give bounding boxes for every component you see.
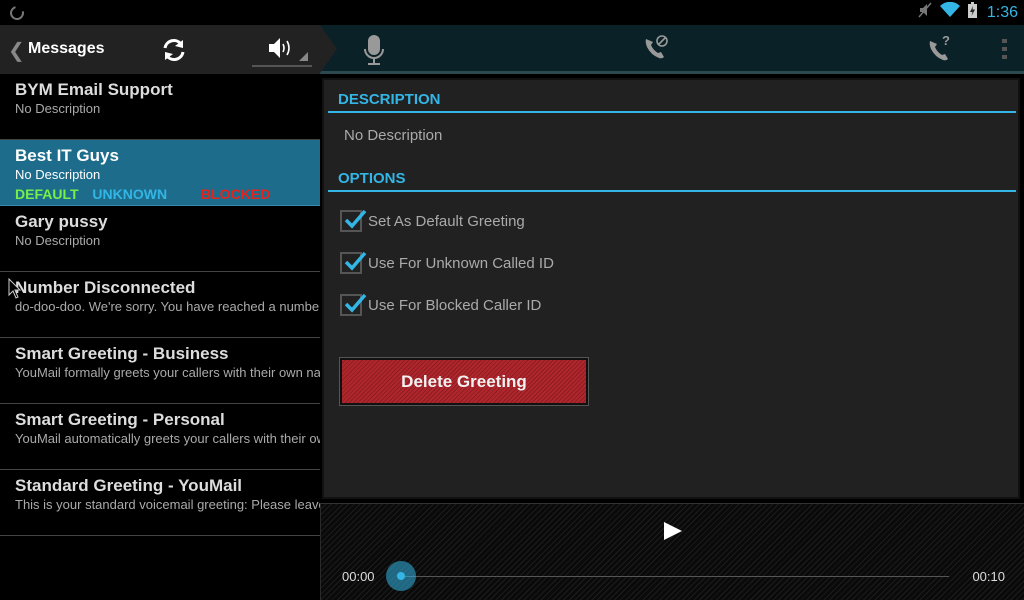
greeting-description: This is your standard voicemail greeting… [15,497,320,512]
audio-player: 00:00 00:10 [320,503,1024,600]
greeting-list: BYM Email Support No Description Best IT… [0,74,320,600]
unknown-tag: UNKNOWN [92,186,168,202]
greeting-name: Best IT Guys [15,146,119,165]
option-label: Set As Default Greeting [368,212,525,230]
breadcrumb-arrow [320,25,337,73]
seek-thumb[interactable] [386,561,416,591]
list-item[interactable]: Smart Greeting - Personal YouMail automa… [0,404,320,470]
blocked-tag: BLOCKED [200,186,271,202]
microphone-icon[interactable] [362,33,386,72]
greeting-name: Smart Greeting - Personal [15,410,225,429]
greeting-description: YouMail automatically greets your caller… [15,431,320,446]
checkbox-checked[interactable] [340,209,367,232]
list-item-selected[interactable]: Best IT Guys No Description DEFAULT UNKN… [0,140,320,206]
unknown-caller-option[interactable]: Use For Unknown Called ID [324,242,1018,284]
option-label: Use For Unknown Called ID [368,254,554,272]
detail-action-bar: ? [320,25,1024,74]
greeting-tags: DEFAULT UNKNOWN BLOCKED [15,186,305,202]
list-item[interactable]: Number Disconnected do-doo-doo. We're so… [0,272,320,338]
checkmark-icon [344,293,367,313]
status-icons: 1:36 [918,0,1018,25]
default-tag: DEFAULT [15,186,79,202]
checkmark-icon [344,209,367,229]
checkmark-icon [344,251,367,271]
options-list: Set As Default Greeting Use For Unknown … [324,192,1018,326]
list-item[interactable]: Standard Greeting - YouMail This is your… [0,470,320,536]
description-text: No Description [344,127,443,144]
options-header: OPTIONS [328,165,1016,192]
phone-question-icon[interactable]: ? [926,33,954,68]
mute-icon [918,2,932,23]
wifi-icon [939,1,960,23]
blocked-caller-option[interactable]: Use For Blocked Caller ID [324,284,1018,326]
speaker-selector[interactable] [252,33,312,67]
status-bar: 1:36 [0,0,1024,25]
chevron-left-icon[interactable]: ❮ [8,38,25,63]
option-label: Use For Blocked Caller ID [368,296,542,314]
delete-greeting-button[interactable]: Delete Greeting [339,357,589,406]
battery-charging-icon [967,2,977,23]
svg-text:?: ? [942,33,950,48]
current-time: 00:00 [342,569,375,584]
list-action-bar: ❮ Messages [0,25,337,74]
list-item[interactable]: Smart Greeting - Business YouMail formal… [0,338,320,404]
play-icon[interactable] [664,522,682,540]
default-greeting-option[interactable]: Set As Default Greeting [324,200,1018,242]
greeting-name: BYM Email Support [15,80,173,99]
greeting-description: No Description [15,233,101,248]
refresh-icon[interactable] [158,35,190,65]
duration: 00:10 [972,569,1005,584]
greeting-name: Standard Greeting - YouMail [15,476,243,495]
speaker-icon [269,38,290,58]
overflow-menu-icon[interactable] [1002,39,1008,66]
greeting-description: do-doo-doo. We're sorry. You have reache… [15,299,320,314]
greeting-name: Gary pussy [15,212,108,231]
checkbox-checked[interactable] [340,251,367,274]
description-header: DESCRIPTION [328,80,1016,113]
list-item[interactable]: BYM Email Support No Description [0,74,320,140]
dropdown-indicator-icon [299,52,308,61]
greeting-description: No Description [15,101,101,116]
seek-bar[interactable] [401,576,949,577]
greeting-description: YouMail formally greets your callers wit… [15,365,320,380]
greeting-description: No Description [15,167,101,182]
loading-spinner-icon [7,3,27,23]
greeting-detail-panel: DESCRIPTION No Description OPTIONS Set A… [322,78,1020,499]
page-title[interactable]: Messages [28,40,105,58]
greeting-name: Number Disconnected [15,278,196,297]
mouse-cursor-icon [8,278,22,299]
list-item[interactable]: Gary pussy No Description [0,206,320,272]
clock: 1:36 [986,3,1018,21]
phone-blocked-icon[interactable] [642,33,670,66]
checkbox-checked[interactable] [340,293,367,316]
greeting-name: Smart Greeting - Business [15,344,229,363]
